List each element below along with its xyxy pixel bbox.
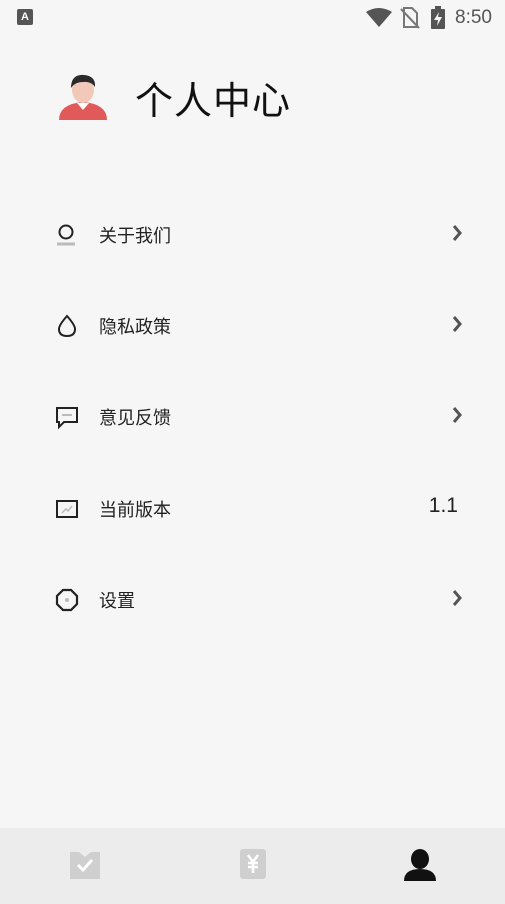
- menu-item-settings[interactable]: 设置: [0, 569, 505, 629]
- yuan-coupon-icon: [240, 849, 266, 879]
- status-bar: A 8:50: [0, 0, 505, 36]
- profile-screen: A 8:50 个人中心 关于我们 隐私政策 意见反馈 当前版本 1.1 设置: [0, 0, 505, 904]
- app-notification-icon: A: [17, 9, 33, 25]
- menu-item-label: 设置: [99, 591, 135, 612]
- menu-item-version: 当前版本 1.1: [0, 478, 505, 538]
- menu-item-label: 当前版本: [99, 500, 171, 521]
- chevron-right-icon: [452, 316, 462, 332]
- menu-item-label: 意见反馈: [99, 408, 171, 429]
- user-avatar-icon: [59, 74, 107, 120]
- chevron-right-icon: [452, 590, 462, 606]
- tab-coupons[interactable]: [168, 828, 336, 904]
- status-time: 8:50: [455, 7, 492, 28]
- bottom-tab-bar: [0, 828, 505, 904]
- task-check-icon: [70, 852, 100, 879]
- settings-octagon-icon: [55, 588, 79, 612]
- chevron-right-icon: [452, 225, 462, 241]
- battery-charging-icon: [431, 6, 445, 29]
- menu-item-feedback[interactable]: 意见反馈: [0, 386, 505, 446]
- about-icon: [57, 224, 75, 246]
- page-title: 个人中心: [135, 79, 292, 123]
- privacy-drop-icon: [57, 314, 77, 338]
- menu-item-privacy[interactable]: 隐私政策: [0, 295, 505, 355]
- no-sim-icon: [400, 7, 420, 29]
- feedback-chat-icon: [56, 407, 78, 430]
- app-notification-letter: A: [21, 11, 29, 23]
- tab-profile[interactable]: [336, 828, 504, 904]
- menu-item-label: 关于我们: [99, 226, 171, 247]
- version-screen-icon: [56, 500, 78, 518]
- menu-item-about[interactable]: 关于我们: [0, 204, 505, 264]
- profile-person-icon: [404, 849, 436, 881]
- wifi-icon: [366, 8, 392, 27]
- version-value: 1.1: [428, 494, 458, 517]
- chevron-right-icon: [452, 407, 462, 423]
- tab-tasks[interactable]: [0, 828, 168, 904]
- menu-item-label: 隐私政策: [99, 317, 171, 338]
